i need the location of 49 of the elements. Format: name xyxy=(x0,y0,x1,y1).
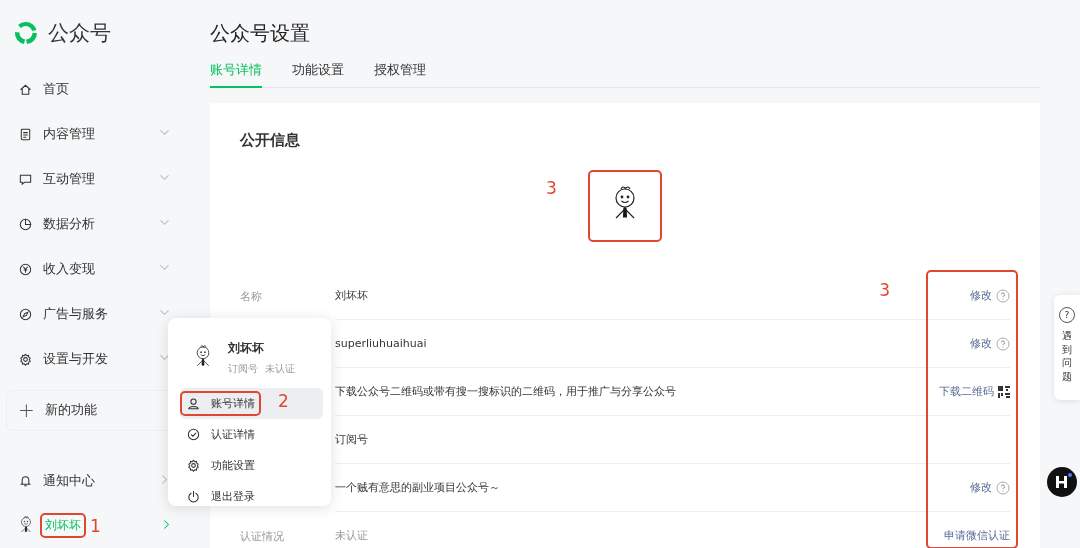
brand-name: 公众号 xyxy=(48,20,111,48)
compass-icon xyxy=(18,306,33,322)
menu-item[interactable]: 账号详情 2 xyxy=(180,388,323,419)
sidebar-item[interactable]: 设置与开发 xyxy=(6,336,184,382)
annotation-number: 3 xyxy=(879,280,890,300)
sidebar-item[interactable]: 广告与服务 xyxy=(6,291,184,337)
help-widget[interactable]: ? 遇到问题 xyxy=(1054,295,1080,400)
gear-icon xyxy=(18,351,33,367)
verification-status: 未认证 xyxy=(265,362,295,376)
action-link[interactable]: 修改 xyxy=(970,288,992,303)
action-link[interactable]: 申请微信认证 xyxy=(944,528,1010,543)
sidebar-item[interactable]: 数据分析 xyxy=(6,201,184,247)
qr-code-icon[interactable] xyxy=(998,385,1010,398)
annotation-number: 1 xyxy=(90,515,101,536)
section-title: 公开信息 xyxy=(240,131,301,150)
gear-icon xyxy=(186,458,201,473)
action-link[interactable]: 修改 xyxy=(970,480,992,495)
action-link[interactable]: 修改 xyxy=(970,336,992,351)
sidebar-item[interactable]: 首页 xyxy=(6,66,184,112)
action-link[interactable]: 下载二维码 xyxy=(939,384,994,399)
bell-icon xyxy=(18,473,33,489)
field-label: 名称 xyxy=(240,289,262,303)
avatar-frame[interactable] xyxy=(590,172,660,240)
user-icon xyxy=(186,396,201,411)
field-value: superliuhuaihuai xyxy=(335,337,427,350)
annotation-number: 3 xyxy=(546,178,557,198)
sidebar-item[interactable]: 收入变现 xyxy=(6,246,184,292)
plus-icon: + xyxy=(18,398,35,423)
power-icon xyxy=(186,489,201,504)
help-label: 遇到问题 xyxy=(1062,329,1072,383)
pie-icon xyxy=(18,216,33,232)
sidebar-item[interactable]: 内容管理 xyxy=(6,111,184,157)
tab[interactable]: 功能设置 xyxy=(292,61,344,88)
home-icon xyxy=(18,81,33,97)
field-value: 一个贼有意思的副业项目公众号～ xyxy=(335,480,500,495)
account-type: 订阅号 xyxy=(228,362,258,376)
field-value: 下载公众号二维码或带有搜一搜标识的二维码，用于推广与分享公众号 xyxy=(335,384,676,399)
app-badge-icon[interactable] xyxy=(1047,467,1077,497)
sidebar-item[interactable]: 互动管理 xyxy=(6,156,184,202)
doc-icon xyxy=(18,126,33,142)
account-name: 刘坏坏 xyxy=(228,340,265,357)
field-value: 刘坏坏 xyxy=(335,288,368,303)
page-title: 公众号设置 xyxy=(210,20,311,47)
new-feature-label: 新的功能 xyxy=(44,401,97,420)
yen-icon xyxy=(18,261,33,277)
field-value: 订阅号 xyxy=(335,432,368,447)
field-label: 认证情况 xyxy=(240,529,284,543)
check-icon xyxy=(186,427,201,442)
tab[interactable]: 授权管理 xyxy=(374,61,426,88)
